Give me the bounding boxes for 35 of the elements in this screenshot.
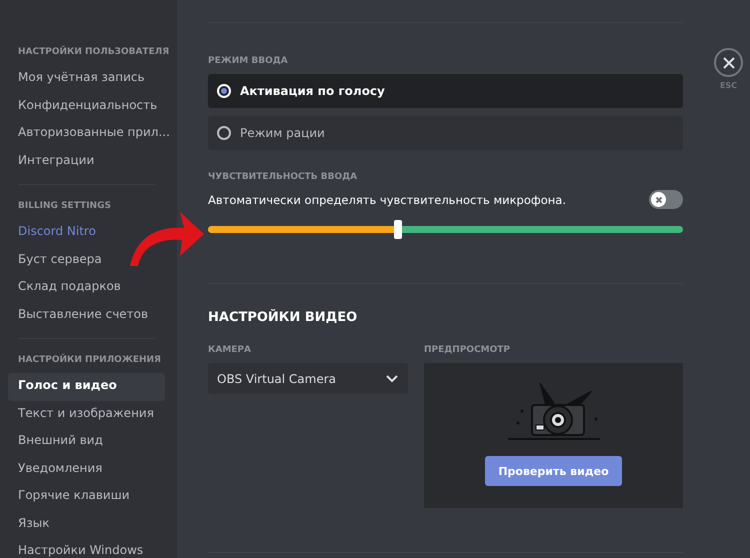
radio-icon xyxy=(217,84,231,98)
sidebar-item[interactable]: Интеграции xyxy=(8,148,165,175)
sidebar-item[interactable]: Голос и видео xyxy=(8,373,165,400)
sensitivity-slider[interactable] xyxy=(208,220,683,239)
camera-dropdown[interactable]: OBS Virtual Camera xyxy=(208,363,408,394)
slider-handle[interactable] xyxy=(394,220,402,239)
sidebar-item[interactable]: Моя учётная запись xyxy=(8,65,165,92)
radio-icon xyxy=(217,126,231,140)
close-icon xyxy=(722,56,736,70)
sidebar-item[interactable]: Текст и изображения xyxy=(8,400,165,428)
section-heading: BILLING SETTINGS xyxy=(17,200,112,213)
sidebar-item[interactable]: Внешний вид xyxy=(8,428,165,456)
close-button[interactable] xyxy=(714,48,743,77)
cross-icon xyxy=(654,194,664,204)
field-label: КАМЕРА xyxy=(208,345,252,355)
field-label: ПРЕДПРОСМОТР xyxy=(424,345,512,355)
chevron-down-icon xyxy=(385,374,399,383)
sidebar-item[interactable]: Буст сервера xyxy=(8,246,165,274)
sidebar-item[interactable]: Настройки Windows xyxy=(8,538,165,558)
sidebar-item[interactable]: Горячие клавиши xyxy=(8,483,165,510)
sidebar-item[interactable]: Выставление счетов xyxy=(8,302,165,329)
sidebar-item[interactable]: Уведомления xyxy=(8,456,165,483)
section-heading: НАСТРОЙКИ ПРИЛОЖЕНИЯ xyxy=(17,353,162,367)
section-label: ЧУВСТВИТЕЛЬНОСТЬ ВВОДА xyxy=(208,172,358,182)
section-title: НАСТРОЙКИ ВИДЕО xyxy=(208,310,358,325)
radio-option[interactable]: Активация по голосу xyxy=(208,74,683,108)
sidebar-item[interactable]: Конфиденциальность xyxy=(8,92,165,120)
toggle-switch[interactable] xyxy=(649,190,683,209)
radio-option[interactable]: Режим рации xyxy=(208,116,683,150)
sidebar-item[interactable]: Склад подарков xyxy=(8,274,165,302)
auto-sensitivity-label: Автоматически определять чувствительность микрофона. xyxy=(208,192,566,206)
esc-label: ESC xyxy=(720,81,738,90)
sidebar-item[interactable]: Язык xyxy=(8,510,165,538)
section-label: РЕЖИМ ВВОДА xyxy=(208,56,289,66)
sidebar-item[interactable]: Discord Nitro xyxy=(8,219,165,246)
